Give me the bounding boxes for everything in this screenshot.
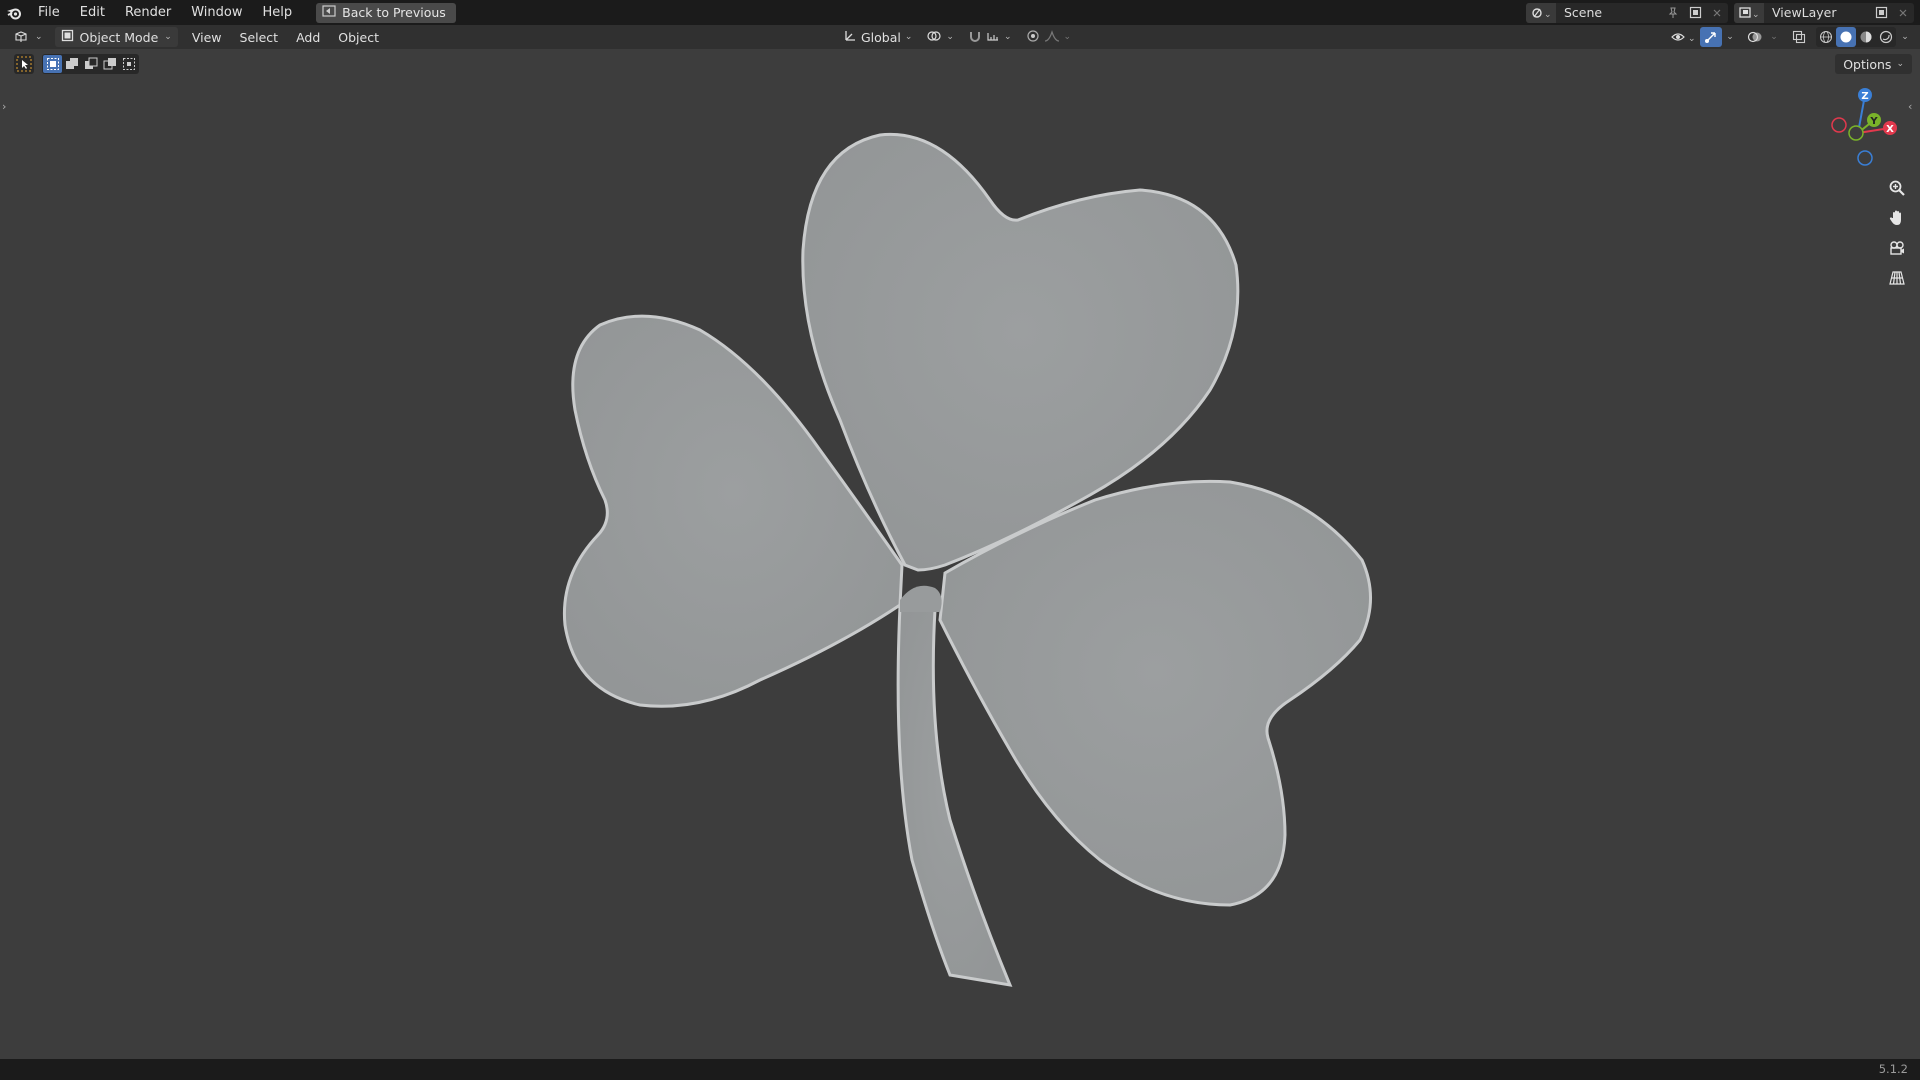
editor-type-icon xyxy=(14,29,32,46)
gizmos-toggle[interactable] xyxy=(1700,27,1722,47)
new-scene-icon[interactable] xyxy=(1684,3,1706,23)
menu-view[interactable]: View xyxy=(186,27,228,47)
object-visibility-dropdown[interactable]: ⌄ xyxy=(1668,27,1698,47)
gizmo-neg-z-icon[interactable] xyxy=(1857,150,1873,166)
gizmo-neg-x-icon[interactable] xyxy=(1831,117,1847,133)
wireframe-shading-button[interactable] xyxy=(1816,27,1836,47)
view-layer-name[interactable]: ViewLayer xyxy=(1764,5,1870,20)
back-to-previous-button[interactable]: Back to Previous xyxy=(316,2,456,23)
options-dropdown[interactable]: Options ⌄ xyxy=(1835,54,1912,74)
3d-viewport[interactable] xyxy=(0,49,1920,1059)
status-bar: 5.1.2 xyxy=(0,1059,1920,1080)
magnet-icon xyxy=(968,29,982,46)
svg-text:⌄: ⌄ xyxy=(1752,10,1759,20)
overlays-toggle[interactable] xyxy=(1744,27,1766,47)
screen-back-icon xyxy=(322,5,336,20)
scene-dropdown-icon[interactable]: ⌄ xyxy=(1526,2,1556,23)
zoom-icon[interactable] xyxy=(1884,176,1910,200)
proportional-editing-icon xyxy=(1026,29,1040,46)
gizmos-dropdown[interactable]: ⌄ xyxy=(1724,27,1736,47)
chevron-down-icon: ⌄ xyxy=(904,32,913,42)
viewport-header: ⌄ Object Mode ⌄ View Select Add Object G… xyxy=(0,25,1920,49)
orientation-axes-icon xyxy=(843,29,857,46)
chevron-down-icon: ⌄ xyxy=(1901,32,1909,42)
select-intersect-icon[interactable] xyxy=(119,55,138,73)
menu-render[interactable]: Render xyxy=(115,0,181,25)
chevron-down-icon: ⌄ xyxy=(1726,32,1734,42)
scene-selector[interactable]: ⌄ Scene xyxy=(1526,2,1728,23)
snap-toggle[interactable]: ⌄ xyxy=(963,27,1017,47)
navigation-tools xyxy=(1884,176,1910,290)
menu-help[interactable]: Help xyxy=(253,0,303,25)
shamrock-object[interactable] xyxy=(562,132,1372,987)
shading-dropdown[interactable]: ⌄ xyxy=(1898,27,1912,47)
top-bar: File Edit Render Window Help Back to Pre… xyxy=(0,0,1920,25)
menu-object[interactable]: Object xyxy=(332,27,385,47)
overlays-dropdown[interactable]: ⌄ xyxy=(1768,27,1780,47)
chevron-down-icon: ⌄ xyxy=(164,32,172,42)
view-layer-selector[interactable]: ⌄ ViewLayer xyxy=(1734,2,1914,23)
xray-toggle[interactable] xyxy=(1788,27,1810,47)
pin-icon[interactable] xyxy=(1662,3,1684,23)
chevron-down-icon: ⌄ xyxy=(1896,59,1904,69)
close-view-layer-icon[interactable] xyxy=(1892,3,1914,23)
object-mode-dropdown[interactable]: Object Mode ⌄ xyxy=(54,27,178,47)
selection-mode-group xyxy=(42,54,139,74)
menu-window[interactable]: Window xyxy=(181,0,252,25)
version-label: 5.1.2 xyxy=(1878,1062,1908,1076)
chevron-down-icon: ⌄ xyxy=(946,32,954,42)
select-invert-icon[interactable] xyxy=(100,55,119,73)
gizmo-x-label: X xyxy=(1886,124,1894,135)
object-mode-label: Object Mode xyxy=(79,29,159,45)
chevron-down-icon: ⌄ xyxy=(1063,32,1072,42)
gizmo-neg-y-icon[interactable] xyxy=(1848,125,1864,141)
proportional-editing-toggle[interactable]: ⌄ xyxy=(1021,27,1077,47)
new-view-layer-icon[interactable] xyxy=(1870,3,1892,23)
pivot-point-icon xyxy=(926,29,942,46)
svg-text:⌄: ⌄ xyxy=(1688,34,1696,44)
gizmo-y-label: Y xyxy=(1869,116,1878,127)
chevron-down-icon: ⌄ xyxy=(1003,32,1012,42)
editor-type-button[interactable]: ⌄ xyxy=(8,27,49,47)
close-scene-icon[interactable] xyxy=(1706,3,1728,23)
sidebar-expand-icon[interactable]: ‹ xyxy=(1908,100,1918,116)
camera-view-icon[interactable] xyxy=(1884,236,1910,260)
material-preview-button[interactable] xyxy=(1856,27,1876,47)
snap-increment-icon xyxy=(986,29,1000,46)
toolbar-expand-icon[interactable]: › xyxy=(2,100,12,116)
transform-orientation-label: Global xyxy=(861,29,901,45)
back-to-previous-label: Back to Previous xyxy=(342,5,446,20)
menu-file[interactable]: File xyxy=(28,0,70,25)
active-tool-button[interactable] xyxy=(14,54,34,74)
chevron-down-icon: ⌄ xyxy=(1770,32,1778,42)
view-layer-dropdown-icon[interactable]: ⌄ xyxy=(1734,2,1764,23)
tool-settings-row xyxy=(14,53,139,75)
falloff-curve-icon xyxy=(1044,29,1060,46)
transform-orientation-dropdown[interactable]: Global ⌄ xyxy=(838,27,917,47)
pan-hand-icon[interactable] xyxy=(1884,206,1910,230)
svg-text:⌄: ⌄ xyxy=(1544,10,1551,20)
menu-edit[interactable]: Edit xyxy=(70,0,115,25)
rendered-shading-button[interactable] xyxy=(1876,27,1896,47)
solid-shading-button[interactable] xyxy=(1836,27,1856,47)
select-extend-icon[interactable] xyxy=(62,55,81,73)
perspective-grid-icon[interactable] xyxy=(1884,266,1910,290)
select-subtract-icon[interactable] xyxy=(81,55,100,73)
select-new-icon[interactable] xyxy=(43,55,62,73)
menu-select[interactable]: Select xyxy=(234,27,285,47)
blender-logo-icon[interactable] xyxy=(0,0,28,25)
object-mode-icon xyxy=(61,29,74,45)
pivot-point-dropdown[interactable]: ⌄ xyxy=(921,27,959,47)
menu-add[interactable]: Add xyxy=(290,27,326,47)
gizmo-z-label: Z xyxy=(1861,91,1868,102)
navigation-gizmo[interactable]: Z Y X xyxy=(1828,84,1904,168)
chevron-down-icon: ⌄ xyxy=(35,32,43,42)
options-label: Options xyxy=(1843,56,1892,72)
scene-name[interactable]: Scene xyxy=(1556,5,1662,20)
